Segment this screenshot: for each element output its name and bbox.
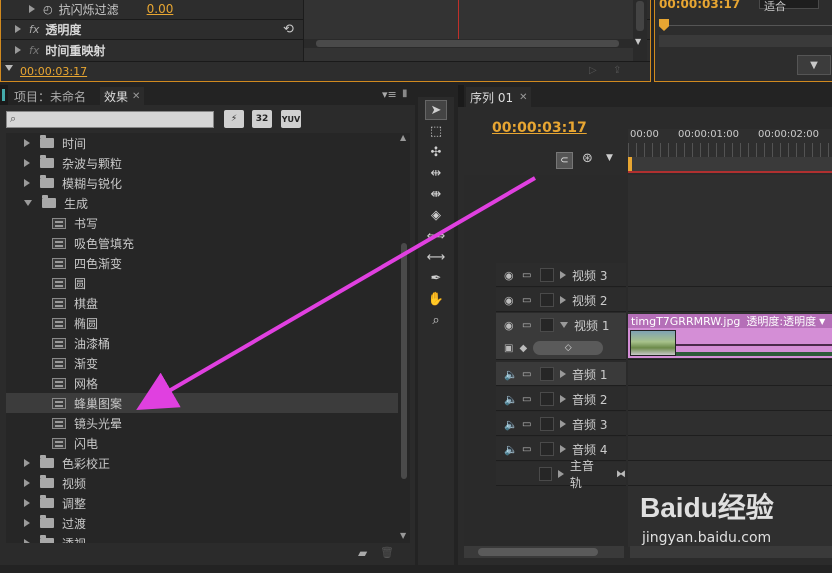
watermark-logo: Baidu经验: [640, 492, 774, 523]
annotation-arrow: [136, 176, 537, 411]
baidu-watermark: Baidu经验 jingyan.baidu.com: [640, 486, 830, 556]
watermark-url: jingyan.baidu.com: [642, 530, 772, 546]
